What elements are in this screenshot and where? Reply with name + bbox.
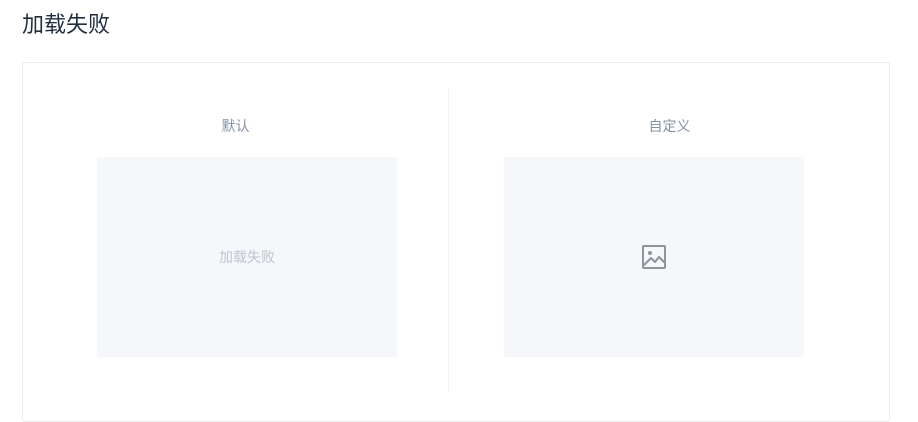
error-text: 加载失败 <box>219 250 275 266</box>
image-error-placeholder <box>504 157 804 357</box>
picture-outline-icon <box>640 243 668 271</box>
demo-label: 默认 <box>221 119 250 135</box>
demo-default: 默认 加载失败 <box>23 89 449 391</box>
page-title: 加载失败 <box>22 13 111 38</box>
demo-custom: 自定义 <box>449 89 890 391</box>
demo-block: 默认 加载失败 自定义 <box>22 62 890 422</box>
demo-label: 自定义 <box>648 119 691 135</box>
image-error-placeholder: 加载失败 <box>97 157 397 357</box>
